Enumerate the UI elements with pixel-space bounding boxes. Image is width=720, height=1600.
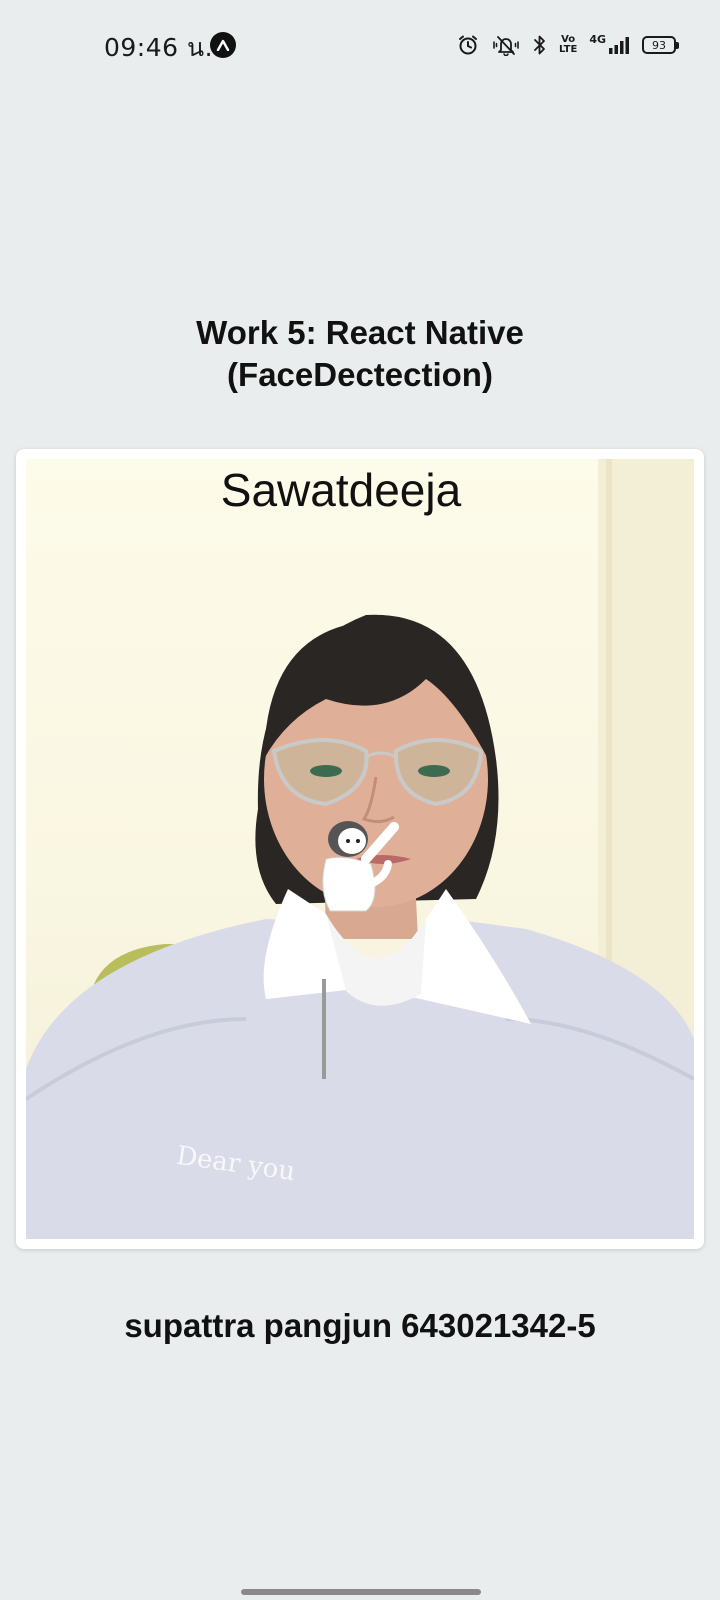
alarm-icon bbox=[457, 34, 479, 56]
page-title: Work 5: React Native (FaceDectection) bbox=[0, 312, 720, 396]
gesture-navigation-bar[interactable] bbox=[241, 1589, 481, 1595]
camera-preview[interactable]: Sawatdeeja Dear you bbox=[26, 459, 694, 1239]
network-type: 4G bbox=[589, 33, 606, 46]
eye-left bbox=[310, 765, 342, 777]
camera-scene bbox=[26, 459, 694, 1239]
volte-icon: Vo LTE bbox=[559, 35, 577, 55]
battery-level: 93 bbox=[652, 38, 666, 52]
battery-icon: 93 bbox=[642, 36, 679, 54]
status-icons: Vo LTE 4G 93 bbox=[457, 30, 679, 60]
volte-line2: LTE bbox=[558, 44, 578, 55]
status-bar: 09:46 น. Vo LTE 4G 93 bbox=[0, 0, 720, 90]
signal-icon: 4G bbox=[589, 33, 630, 55]
student-info: supattra pangjun 643021342-5 bbox=[124, 1307, 596, 1344]
camera-card: Sawatdeeja Dear you bbox=[16, 449, 704, 1249]
app-notification-icon bbox=[210, 32, 236, 58]
eye-right bbox=[418, 765, 450, 777]
mute-vibrate-icon bbox=[491, 34, 521, 56]
page-title-line2: (FaceDectection) bbox=[227, 356, 493, 393]
bluetooth-icon bbox=[533, 34, 547, 56]
page-title-line1: Work 5: React Native bbox=[196, 314, 524, 351]
face-overlay-text: Sawatdeeja bbox=[220, 464, 462, 516]
status-time: 09:46 น. bbox=[104, 33, 214, 62]
zipper bbox=[322, 979, 326, 1079]
